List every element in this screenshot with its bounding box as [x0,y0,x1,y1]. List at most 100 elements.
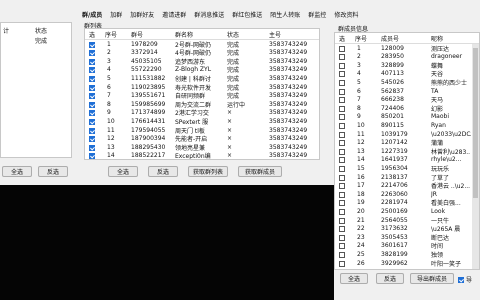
row-checkbox[interactable] [339,243,345,250]
group-invert-button[interactable]: 反选 [148,166,178,177]
left-invert-button[interactable]: 反选 [38,166,68,177]
list-item[interactable]: 12 1207142 蒲蒲 [335,139,471,147]
row-checkbox[interactable] [339,97,345,104]
row-checkbox[interactable] [89,41,95,48]
row-checkbox[interactable] [89,67,95,74]
get-group-members-button[interactable]: 获取群成员 [238,166,282,177]
list-item[interactable]: 18 2263060 JR [335,190,471,198]
list-item[interactable]: 21 2564055 一只牛 [335,216,471,225]
group-select-all-button[interactable]: 全选 [108,166,138,177]
list-item[interactable]: 13 1227319 林曾利\u283.. [335,147,471,156]
list-item[interactable]: 26 3929962 叶阳一笑子 [335,259,471,268]
row-checkbox[interactable] [339,157,345,164]
table-row[interactable]: 3 45035105 追梦西游东 完成 3583743249 [85,57,319,66]
row-checkbox[interactable] [89,93,95,100]
row-checkbox[interactable] [339,140,345,147]
list-item[interactable]: 19 2281974 看美白强... [335,199,471,207]
tab-stranger-transfer[interactable]: 陌生人转账 [270,10,300,20]
tab-group-msg[interactable]: 群消息推送 [194,10,224,20]
list-item[interactable]: 2 283950 dragoneer [335,53,471,61]
table-row[interactable]: 11 179594055 周天门 tl板 × 3583743249 [85,126,319,135]
list-item[interactable]: 8 724406 幻影 [335,104,471,113]
export-option[interactable]: 导 [458,275,472,284]
member-invert-button[interactable]: 反选 [376,273,404,284]
list-item[interactable]: 25 3828199 独领 [335,250,471,259]
row-checkbox[interactable] [89,118,95,125]
tab-group-members[interactable]: 群/成员 [82,10,102,20]
row-checkbox[interactable] [339,251,345,258]
list-item[interactable]: 11 1039179 \u2033\u2DCA [335,130,471,138]
table-row[interactable]: 14 188522217 Excepti0n编 × 3583743249 [85,152,319,159]
row-checkbox[interactable] [339,191,345,198]
member-scrollbar-thumb[interactable] [473,48,478,198]
row-checkbox[interactable] [339,208,345,215]
list-item[interactable]: 5 545026 熊熊的西少士 [335,78,471,87]
list-item[interactable]: 16 2138137 了草了 [335,173,471,182]
table-row[interactable]: 5 111531882 创建 | 科群讨 完成 3583743249 [85,74,319,83]
table-row[interactable]: 10 176614431 SPextert 服 × 3583743249 [85,117,319,126]
table-row[interactable]: 12 187900394 先能者-开启 × 3583743249 [85,135,319,143]
list-item[interactable]: 20 2500169 Look [335,207,471,215]
tab-monitor[interactable]: 群监控 [308,10,326,20]
row-checkbox[interactable] [89,50,95,57]
tab-join-group[interactable]: 加群 [110,10,122,20]
tab-edit-profile[interactable]: 修改资料 [334,10,358,20]
row-checkbox[interactable] [339,54,345,61]
table-row[interactable]: 2 3372914 4号群-网破仍 完成 3583743249 [85,49,319,57]
row-checkbox[interactable] [339,217,345,224]
list-item[interactable]: 7 666238 天马 [335,96,471,104]
member-scrollbar[interactable] [472,44,479,269]
list-item[interactable]: 3 328899 蝶舞 [335,61,471,70]
tab-red-packet[interactable]: 群红包推送 [232,10,262,20]
row-checkbox[interactable] [89,153,95,159]
row-checkbox[interactable] [339,45,345,52]
row-checkbox[interactable] [89,136,95,143]
left-select-all-button[interactable]: 全选 [2,166,32,177]
member-select-all-button[interactable]: 全选 [340,273,368,284]
tab-invite[interactable]: 邀请进群 [162,10,186,20]
list-item[interactable]: 23 3505453 断巴达 [335,233,471,242]
row-checkbox[interactable] [339,234,345,241]
table-row[interactable]: 4 55722290 Z-Blogh ZYL 完成 3583743249 [85,66,319,74]
row-checkbox[interactable] [339,200,345,207]
row-checkbox[interactable] [89,84,95,91]
row-checkbox[interactable] [89,127,95,134]
row-checkbox[interactable] [89,110,95,117]
list-item[interactable]: 22 3173632 \u265A 晨 [335,225,471,233]
list-item[interactable]: 4 407113 天谷 [335,70,471,78]
row-checkbox[interactable] [339,260,345,267]
row-checkbox[interactable] [339,88,345,95]
table-row[interactable]: 6 119023895 寿光软件开发 完成 3583743249 [85,83,319,92]
row-checkbox[interactable] [339,122,345,129]
row-checkbox[interactable] [339,174,345,181]
row-checkbox[interactable] [339,165,345,172]
row-checkbox[interactable] [339,105,345,112]
list-item[interactable]: 1 128009 测压达 [335,44,471,53]
row-checkbox[interactable] [89,75,95,82]
row-checkbox[interactable] [339,114,345,121]
list-item[interactable]: 14 1641937 rhyle\u2... [335,156,471,164]
row-checkbox[interactable] [89,144,95,151]
table-row[interactable]: 8 159985699 周为交流二群 运行中 3583743249 [85,100,319,109]
row-checkbox[interactable] [339,62,345,69]
row-checkbox[interactable] [339,79,345,86]
row-checkbox[interactable] [89,58,95,65]
list-item[interactable]: 10 890115 Ryan [335,121,471,129]
tab-add-friends[interactable]: 加群好友 [130,10,154,20]
table-row[interactable]: 7 139551671 自研同频群 完成 3583743249 [85,92,319,100]
export-members-button[interactable]: 导出群成员 [410,273,454,284]
list-item[interactable]: 6 562837 TA [335,87,471,95]
list-item[interactable]: 9 850201 Maobi [335,113,471,121]
table-row[interactable]: 13 188295430 领地亮星兼 × 3583743249 [85,143,319,152]
row-checkbox[interactable] [339,183,345,190]
row-checkbox[interactable] [89,101,95,108]
get-group-list-button[interactable]: 获取群列表 [188,166,228,177]
list-item[interactable]: 24 3601617 时间 [335,242,471,250]
export-checkbox[interactable] [458,276,464,283]
row-checkbox[interactable] [339,226,345,233]
list-item[interactable]: 17 2214706 香港云 ..\u2... [335,182,471,190]
table-row[interactable]: 9 171374899 2港汇学习交 × 3583743249 [85,109,319,117]
table-row[interactable]: 1 1978209 2号群-网破仍 完成 3583743249 [85,40,319,49]
list-item[interactable]: 15 1956304 玩玩乐 [335,164,471,173]
row-checkbox[interactable] [339,148,345,155]
